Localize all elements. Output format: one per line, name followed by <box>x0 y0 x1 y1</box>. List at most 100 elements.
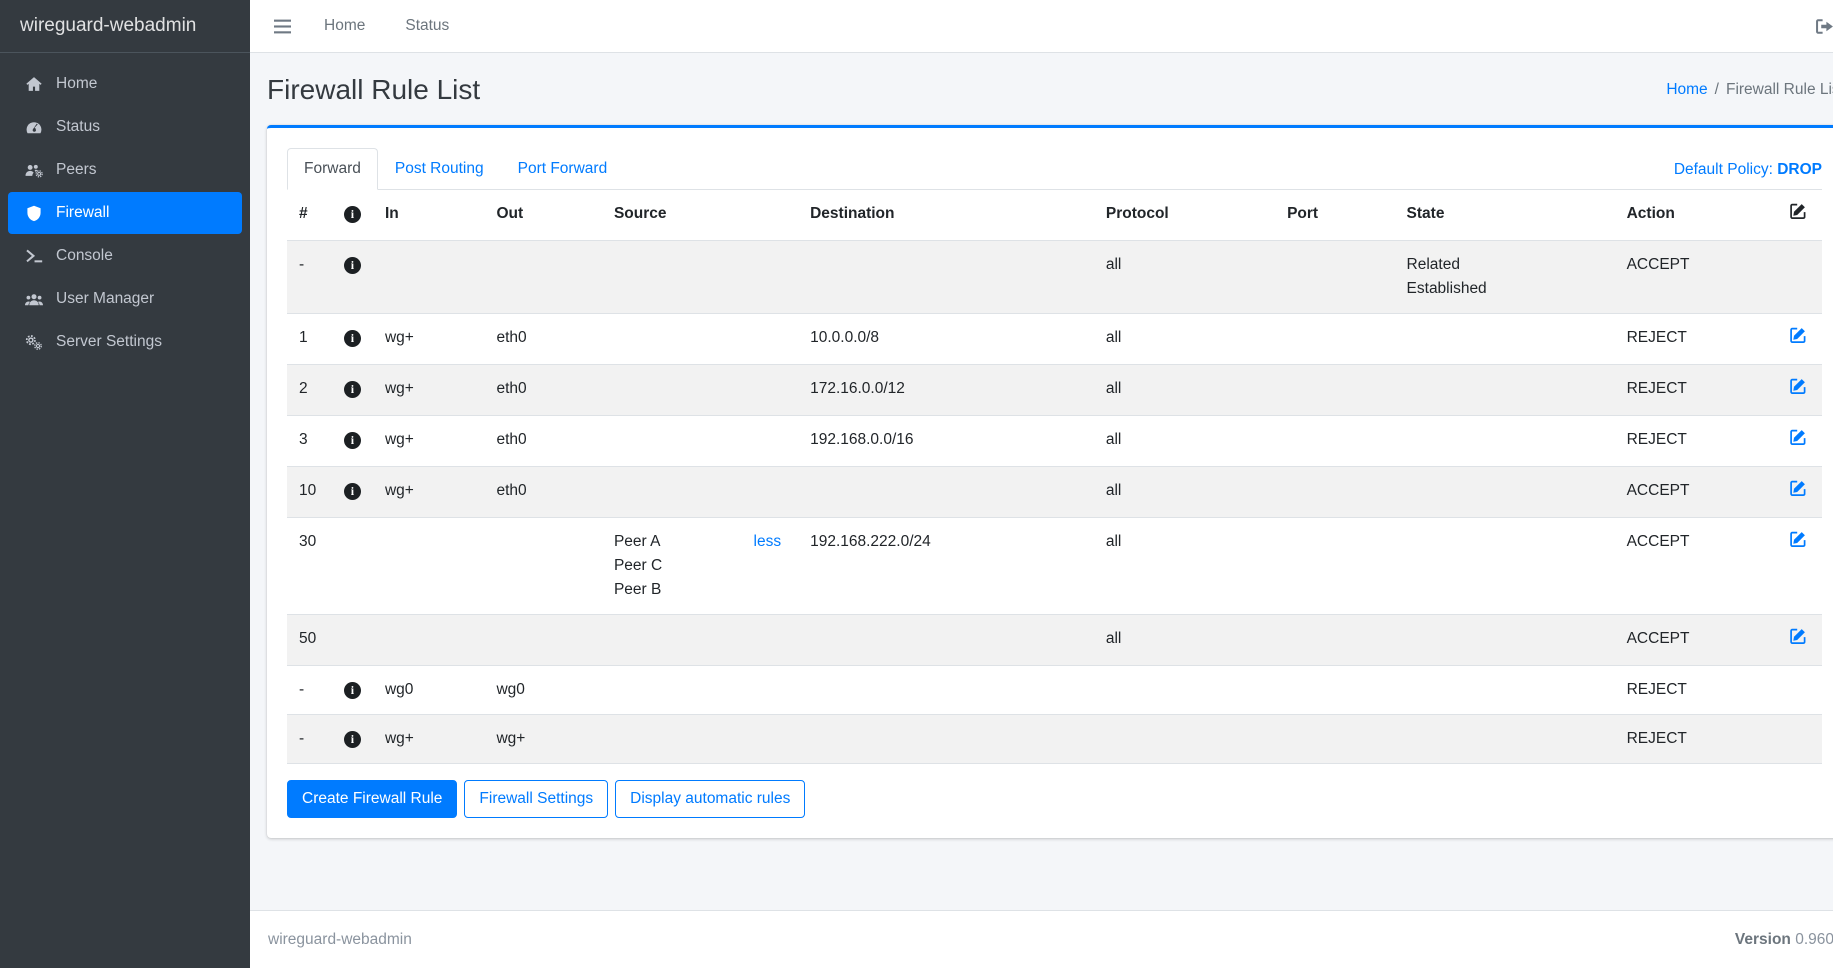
cell-edit <box>1777 365 1822 416</box>
edit-icon[interactable] <box>1789 479 1807 497</box>
info-icon[interactable]: i <box>344 432 361 449</box>
sidebar-item-console[interactable]: Console <box>8 235 242 277</box>
state-line: Related <box>1407 253 1603 277</box>
breadcrumb: Home/Firewall Rule List <box>1666 81 1833 99</box>
cell-source <box>602 365 798 416</box>
sidebar-item-label: User Manager <box>56 290 154 308</box>
cell-port <box>1275 666 1394 715</box>
state-line: Established <box>1407 277 1603 301</box>
sidebar-item-server-settings[interactable]: Server Settings <box>8 321 242 363</box>
table-head: # i In Out Source Destination Protocol P… <box>287 190 1822 241</box>
edit-icon[interactable] <box>1789 326 1807 344</box>
sidebar-nav: HomeStatusPeersFirewall Console User Manag… <box>0 53 250 374</box>
home-icon <box>21 76 47 93</box>
cell-source <box>602 715 798 764</box>
cell-out: wg+ <box>484 715 601 764</box>
cell-state <box>1395 467 1615 518</box>
col-out: Out <box>484 190 601 241</box>
col-protocol: Protocol <box>1094 190 1275 241</box>
cell-state <box>1395 416 1615 467</box>
navbar-right <box>1809 14 1833 39</box>
cell-destination <box>798 666 1094 715</box>
footer-version: Version 0.960 <box>1735 931 1833 949</box>
sidebar-item-firewall[interactable]: Firewall <box>8 192 242 234</box>
cell-action: ACCEPT <box>1615 467 1777 518</box>
col-port: Port <box>1275 190 1394 241</box>
hamburger-menu-icon[interactable] <box>266 15 299 38</box>
breadcrumb-home-link[interactable]: Home <box>1666 81 1707 98</box>
cell-rule-number: 2 <box>287 365 332 416</box>
col-info: i <box>332 190 373 241</box>
cell-info: i <box>332 666 373 715</box>
sidebar-item-user-manager[interactable]: User Manager <box>8 278 242 320</box>
cell-port <box>1275 365 1394 416</box>
source-peer: Peer B <box>614 578 662 602</box>
firewall-card-body: ForwardPost RoutingPort Forward Default … <box>267 128 1833 838</box>
tab-forward[interactable]: Forward <box>287 148 378 190</box>
cell-edit <box>1777 314 1822 365</box>
cell-port <box>1275 467 1394 518</box>
cell-info: i <box>332 365 373 416</box>
users-gear-icon <box>21 162 47 179</box>
tab-post-routing[interactable]: Post Routing <box>378 148 501 190</box>
cell-port <box>1275 241 1394 314</box>
default-policy-value: DROP <box>1777 161 1822 178</box>
col-action: Action <box>1615 190 1777 241</box>
footer: wireguard-webadmin Version 0.960 <box>250 910 1833 968</box>
edit-icon[interactable] <box>1789 428 1807 446</box>
edit-icon[interactable] <box>1789 627 1807 645</box>
cell-info: i <box>332 416 373 467</box>
create-firewall-rule-button[interactable]: Create Firewall Rule <box>287 780 457 818</box>
source-peer: Peer C <box>614 554 662 578</box>
cell-protocol: all <box>1094 365 1275 416</box>
cell-out <box>484 241 601 314</box>
cell-protocol: all <box>1094 615 1275 666</box>
cell-state <box>1395 518 1615 615</box>
navbar-link-home[interactable]: Home <box>309 13 380 38</box>
cell-out <box>484 615 601 666</box>
sidebar-item-label: Console <box>56 247 113 265</box>
cell-info <box>332 518 373 615</box>
cell-state <box>1395 615 1615 666</box>
cell-destination <box>798 715 1094 764</box>
col-destination: Destination <box>798 190 1094 241</box>
display-automatic-rules-button[interactable]: Display automatic rules <box>615 780 805 818</box>
firewall-rules-table: # i In Out Source Destination Protocol P… <box>287 190 1822 764</box>
cell-rule-number: 10 <box>287 467 332 518</box>
table-row: -iallRelatedEstablishedACCEPT <box>287 241 1822 314</box>
info-icon[interactable]: i <box>344 483 361 500</box>
cell-in <box>373 241 485 314</box>
tab-port-forward[interactable]: Port Forward <box>501 148 625 190</box>
col-number: # <box>287 190 332 241</box>
content-header: Firewall Rule List Home/Firewall Rule Li… <box>250 53 1833 125</box>
cell-in: wg0 <box>373 666 485 715</box>
cell-rule-number: 50 <box>287 615 332 666</box>
firewall-settings-button[interactable]: Firewall Settings <box>464 780 608 818</box>
cell-protocol <box>1094 666 1275 715</box>
cell-source <box>602 314 798 365</box>
cell-destination: 172.16.0.0/12 <box>798 365 1094 416</box>
cell-destination <box>798 615 1094 666</box>
logout-icon[interactable] <box>1809 14 1833 39</box>
cell-out <box>484 518 601 615</box>
edit-icon[interactable] <box>1789 202 1807 220</box>
cell-state: RelatedEstablished <box>1395 241 1615 314</box>
less-link[interactable]: less <box>754 530 782 602</box>
sidebar-item-home[interactable]: Home <box>8 63 242 105</box>
default-policy-link[interactable]: Default Policy: DROP <box>1674 161 1822 189</box>
info-icon[interactable]: i <box>344 731 361 748</box>
cell-in <box>373 518 485 615</box>
info-icon[interactable]: i <box>344 682 361 699</box>
sidebar-item-peers[interactable]: Peers <box>8 149 242 191</box>
cell-port <box>1275 615 1394 666</box>
table-row: -iwg0wg0REJECT <box>287 666 1822 715</box>
info-icon[interactable]: i <box>344 330 361 347</box>
edit-icon[interactable] <box>1789 530 1807 548</box>
edit-icon[interactable] <box>1789 377 1807 395</box>
navbar-link-status[interactable]: Status <box>390 13 464 38</box>
info-icon[interactable]: i <box>344 381 361 398</box>
breadcrumb-separator: / <box>1708 81 1726 98</box>
info-icon[interactable]: i <box>344 257 361 274</box>
sidebar-item-status[interactable]: Status <box>8 106 242 148</box>
source-list: Peer APeer CPeer Bless <box>614 530 786 602</box>
